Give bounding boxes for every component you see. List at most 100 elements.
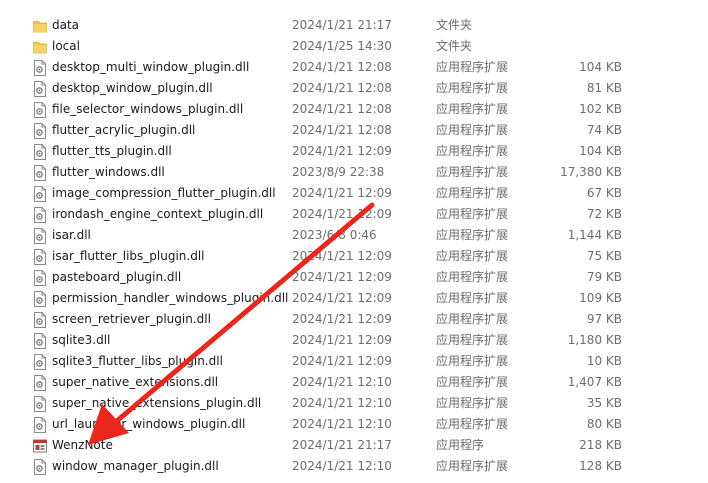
file-name: flutter_windows.dll [52,165,165,179]
file-type: 应用程序扩展 [436,102,509,116]
file-row[interactable]: image_compression_flutter_plugin.dll 2024… [0,183,708,204]
file-row[interactable]: desktop_window_plugin.dll 2024/1/21 12:08… [0,78,708,99]
dll-file-icon [33,81,47,97]
file-size: 79 KB [586,270,622,284]
file-date: 2024/1/21 12:08 [292,81,392,95]
file-type: 文件夹 [436,39,473,53]
file-name: local [52,39,80,53]
file-date: 2023/6/8 0:46 [292,228,377,242]
dll-file-icon [33,207,47,223]
file-name: irondash_engine_context_plugin.dll [52,207,264,221]
dll-file-icon [33,102,47,118]
file-date: 2024/1/21 12:08 [292,102,392,116]
file-date: 2024/1/21 12:09 [292,291,392,305]
file-date: 2024/1/21 12:10 [292,459,392,473]
file-size: 81 KB [586,81,622,95]
file-type: 应用程序扩展 [436,396,509,410]
dll-file-icon [33,60,47,76]
dll-file-icon [33,375,47,391]
file-row[interactable]: sqlite3.dll 2024/1/21 12:09 应用程序扩展 1,180 KB [0,330,708,351]
dll-file-icon [33,165,47,181]
file-row[interactable]: screen_retriever_plugin.dll 2024/1/21 12:… [0,309,708,330]
dll-file-icon [33,228,47,244]
file-row[interactable]: sqlite3_flutter_libs_plugin.dll 2024/1/21… [0,351,708,372]
file-size: 35 KB [586,396,622,410]
file-type: 应用程序扩展 [436,228,509,242]
file-row[interactable]: isar.dll 2023/6/8 0:46 应用程序扩展 1,144 KB [0,225,708,246]
file-name: pasteboard_plugin.dll [52,270,182,284]
file-name: isar.dll [52,228,91,242]
file-type: 应用程序 [436,438,485,452]
file-name: window_manager_plugin.dll [52,459,219,473]
file-size: 128 KB [579,459,622,473]
file-size: 80 KB [586,417,622,431]
file-type: 应用程序扩展 [436,186,509,200]
file-row[interactable]: irondash_engine_context_plugin.dll 2024/1… [0,204,708,225]
file-name: screen_retriever_plugin.dll [52,312,211,326]
file-row[interactable]: file_selector_windows_plugin.dll 2024/1/2… [0,99,708,120]
file-size: 74 KB [586,123,622,137]
file-row[interactable]: flutter_tts_plugin.dll 2024/1/21 12:09 应用程… [0,141,708,162]
file-size: 218 KB [579,438,622,452]
file-type: 应用程序扩展 [436,291,509,305]
file-row[interactable]: window_manager_plugin.dll 2024/1/21 12:10… [0,456,708,477]
dll-file-icon [33,123,47,139]
file-type: 应用程序扩展 [436,144,509,158]
file-name: desktop_window_plugin.dll [52,81,213,95]
file-type: 应用程序扩展 [436,81,509,95]
file-name: image_compression_flutter_plugin.dll [52,186,276,200]
file-name: super_native_extensions.dll [52,375,219,389]
file-name: file_selector_windows_plugin.dll [52,102,244,116]
file-size: 104 KB [579,144,622,158]
file-type: 应用程序扩展 [436,417,509,431]
dll-file-icon [33,270,47,286]
dll-file-icon [33,312,47,328]
file-row[interactable]: data 2024/1/21 21:17 文件夹 [0,15,708,36]
file-date: 2024/1/21 12:09 [292,207,392,221]
dll-file-icon [33,186,47,202]
file-name: WenzNote [52,438,113,452]
dll-file-icon [33,417,47,433]
file-size: 75 KB [586,249,622,263]
file-type: 应用程序扩展 [436,249,509,263]
file-row[interactable]: local 2024/1/25 14:30 文件夹 [0,36,708,57]
file-row[interactable]: super_native_extensions.dll 2024/1/21 12:… [0,372,708,393]
file-row[interactable]: url_launcher_windows_plugin.dll 2024/1/21… [0,414,708,435]
file-date: 2024/1/21 12:09 [292,249,392,263]
file-row[interactable]: WenzNote 2024/1/21 21:17 应用程序 218 KB [0,435,708,456]
file-name: sqlite3.dll [52,333,111,347]
file-size: 17,380 KB [560,165,622,179]
dll-file-icon [33,333,47,349]
file-name: permission_handler_windows_plugin.dll [52,291,289,305]
file-date: 2024/1/21 21:17 [292,438,392,452]
dll-file-icon [33,354,47,370]
dll-file-icon [33,459,47,475]
file-row[interactable]: permission_handler_windows_plugin.dll 202… [0,288,708,309]
file-type: 应用程序扩展 [436,354,509,368]
file-row[interactable]: flutter_acrylic_plugin.dll 2024/1/21 12:0… [0,120,708,141]
file-date: 2024/1/21 12:10 [292,375,392,389]
dll-file-icon [33,291,47,307]
app-exe-icon [33,438,47,454]
file-date: 2024/1/21 12:09 [292,333,392,347]
file-type: 应用程序扩展 [436,123,509,137]
file-row[interactable]: flutter_windows.dll 2023/8/9 22:38 应用程序扩展 1… [0,162,708,183]
file-type: 应用程序扩展 [436,165,509,179]
file-name: flutter_acrylic_plugin.dll [52,123,196,137]
file-date: 2024/1/21 21:17 [292,18,392,32]
file-date: 2024/1/21 12:09 [292,270,392,284]
file-size: 1,180 KB [567,333,622,347]
dll-file-icon [33,396,47,412]
file-list: data 2024/1/21 21:17 文件夹 local 2024/1/25 14:… [0,15,708,477]
file-date: 2024/1/21 12:09 [292,144,392,158]
dll-file-icon [33,249,47,265]
file-name: desktop_multi_window_plugin.dll [52,60,250,74]
file-name: isar_flutter_libs_plugin.dll [52,249,205,263]
file-date: 2024/1/21 12:08 [292,60,392,74]
file-row[interactable]: isar_flutter_libs_plugin.dll 2024/1/21 12… [0,246,708,267]
file-type: 应用程序扩展 [436,312,509,326]
file-row[interactable]: pasteboard_plugin.dll 2024/1/21 12:09 应用程序… [0,267,708,288]
file-row[interactable]: desktop_multi_window_plugin.dll 2024/1/21… [0,57,708,78]
file-date: 2024/1/21 12:08 [292,123,392,137]
file-row[interactable]: super_native_extensions_plugin.dll 2024/1… [0,393,708,414]
